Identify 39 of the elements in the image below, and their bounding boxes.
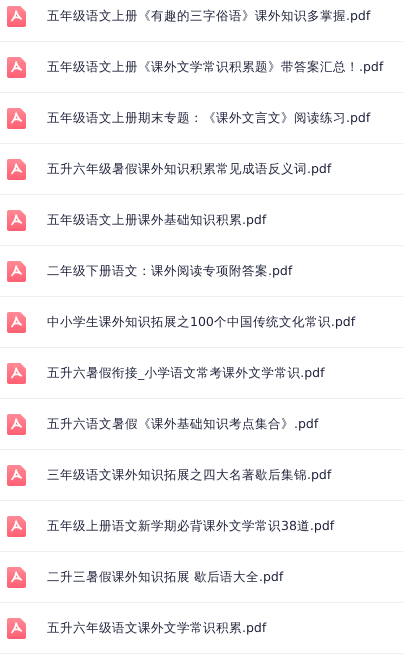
file-item[interactable]: 五年级语文上册《课外文学常识积累题》带答案汇总！.pdf [0, 42, 403, 93]
file-item[interactable]: 五升六语文暑假《课外基础知识考点集合》.pdf [0, 399, 403, 450]
file-item[interactable]: 五年级语文上册课外基础知识积累.pdf [0, 195, 403, 246]
file-name: 五升六暑假衔接_小学语文常考课外文学常识.pdf [47, 364, 324, 382]
pdf-file-icon [7, 56, 26, 78]
file-name: 五年级语文上册课外基础知识积累.pdf [47, 212, 266, 228]
pdf-file-icon [7, 158, 26, 180]
file-name: 五年级语文上册《有趣的三字俗语》课外知识多掌握.pdf [47, 8, 370, 24]
file-name: 二升三暑假课外知识拓展 歇后语大全.pdf [47, 568, 284, 586]
file-name: 五年级上册语文新学期必背课外文学常识38道.pdf [47, 518, 334, 534]
pdf-file-icon [7, 210, 26, 230]
file-name: 五升六年级语文课外文学常识积累.pdf [47, 620, 266, 636]
file-item[interactable]: 五升六年级语文课外文学常识积累.pdf [0, 603, 403, 654]
file-item[interactable]: 五年级语文上册《有趣的三字俗语》课外知识多掌握.pdf [0, 0, 403, 42]
pdf-file-icon [7, 312, 26, 332]
file-item[interactable]: 五年级语文上册期末专题：《课外文言文》阅读练习.pdf [0, 93, 403, 144]
file-name: 五升六年级暑假课外知识积累常见成语反义词.pdf [47, 160, 332, 178]
file-item[interactable]: 五升六年级暑假课外知识积累常见成语反义词.pdf [0, 144, 403, 195]
file-name: 三年级语文课外知识拓展之四大名著歇后集锦.pdf [47, 466, 332, 484]
pdf-file-icon [7, 618, 26, 638]
pdf-file-icon [7, 108, 26, 128]
file-name: 五年级语文上册《课外文学常识积累题》带答案汇总！.pdf [47, 58, 384, 76]
file-item[interactable]: 二年级下册语文：课外阅读专项附答案.pdf [0, 246, 403, 297]
file-name: 中小学生课外知识拓展之100个中国传统文化常识.pdf [47, 314, 356, 330]
file-item[interactable]: 五年级上册语文新学期必背课外文学常识38道.pdf [0, 501, 403, 552]
pdf-file-icon [7, 464, 26, 486]
file-name: 五年级语文上册期末专题：《课外文言文》阅读练习.pdf [47, 110, 370, 126]
pdf-file-icon [7, 362, 26, 384]
pdf-file-icon [7, 566, 26, 588]
pdf-file-icon [7, 516, 26, 536]
file-item[interactable]: 二升三暑假课外知识拓展 歇后语大全.pdf [0, 552, 403, 603]
pdf-file-icon [7, 6, 26, 26]
file-item[interactable]: 中小学生课外知识拓展之100个中国传统文化常识.pdf [0, 297, 403, 348]
pdf-file-icon [7, 260, 26, 282]
pdf-file-icon [7, 414, 26, 434]
file-name: 二年级下册语文：课外阅读专项附答案.pdf [47, 262, 292, 280]
file-item[interactable]: 五升六暑假衔接_小学语文常考课外文学常识.pdf [0, 348, 403, 399]
file-item[interactable]: 三年级语文课外知识拓展之四大名著歇后集锦.pdf [0, 450, 403, 501]
file-name: 五升六语文暑假《课外基础知识考点集合》.pdf [47, 416, 318, 432]
